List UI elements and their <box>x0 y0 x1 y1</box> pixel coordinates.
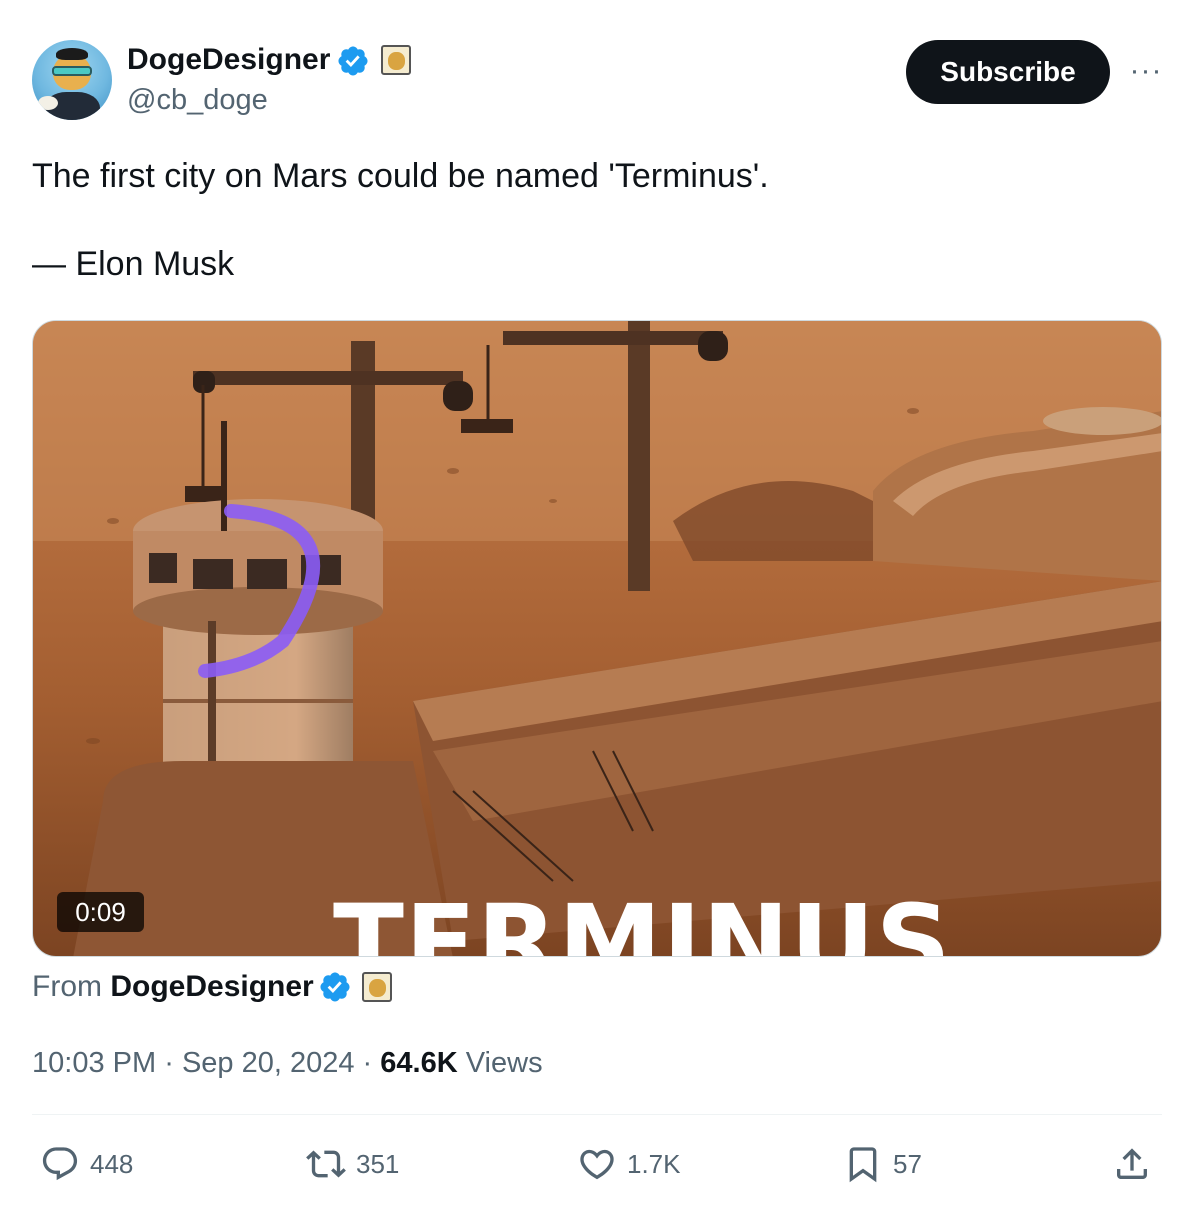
bookmark-icon <box>849 1147 877 1183</box>
like-count: 1.7K <box>627 1148 681 1179</box>
heart-icon <box>580 1149 614 1180</box>
tweet-time[interactable]: 10:03 PM <box>32 1047 156 1079</box>
more-options-icon[interactable]: ··· <box>1126 56 1166 86</box>
author-handle[interactable]: @cb_doge <box>127 82 268 118</box>
like-button[interactable]: 1.7K <box>577 1142 681 1186</box>
tweet-date[interactable]: Sep 20, 2024 <box>182 1047 355 1079</box>
tweet-meta: 10:03 PM · Sep 20, 2024 · 64.6K Views <box>32 1044 543 1082</box>
reply-button[interactable]: 448 <box>40 1142 133 1186</box>
mars-city-scene <box>33 321 1161 956</box>
from-label: From <box>32 970 102 1003</box>
avatar-palette <box>38 96 58 110</box>
video-duration: 0:09 <box>57 892 144 932</box>
views-label: Views <box>465 1047 543 1079</box>
views-count: 64.6K <box>380 1047 458 1079</box>
bookmark-button[interactable]: 57 <box>843 1142 922 1186</box>
meta-separator: · <box>164 1047 174 1079</box>
reply-count: 448 <box>90 1148 134 1179</box>
avatar-beret <box>56 48 88 60</box>
doge-affiliate-badge-icon <box>362 972 392 1002</box>
media-source[interactable]: From DogeDesigner <box>32 968 314 1006</box>
avatar-glasses <box>52 66 92 76</box>
subscribe-button[interactable]: Subscribe <box>906 40 1110 104</box>
share-icon <box>1117 1148 1147 1179</box>
bookmark-count: 57 <box>893 1148 922 1179</box>
meta-separator: · <box>362 1047 373 1079</box>
repost-icon <box>306 1150 346 1178</box>
repost-button[interactable]: 351 <box>306 1142 399 1186</box>
verified-badge-icon <box>338 46 368 76</box>
share-button[interactable] <box>1112 1142 1162 1186</box>
avatar[interactable] <box>32 40 112 120</box>
reply-icon <box>42 1147 78 1181</box>
divider <box>32 1114 1162 1115</box>
video-title-overlay: TERMINUS <box>333 882 952 957</box>
author-name[interactable]: DogeDesigner <box>127 42 330 78</box>
repost-count: 351 <box>356 1148 400 1179</box>
video-player[interactable]: TERMINUS <box>32 320 1162 957</box>
from-name[interactable]: DogeDesigner <box>110 970 313 1003</box>
verified-badge-icon <box>320 972 350 1002</box>
doge-affiliate-badge-icon <box>381 45 411 75</box>
tweet-text: The first city on Mars could be named 'T… <box>32 157 769 283</box>
